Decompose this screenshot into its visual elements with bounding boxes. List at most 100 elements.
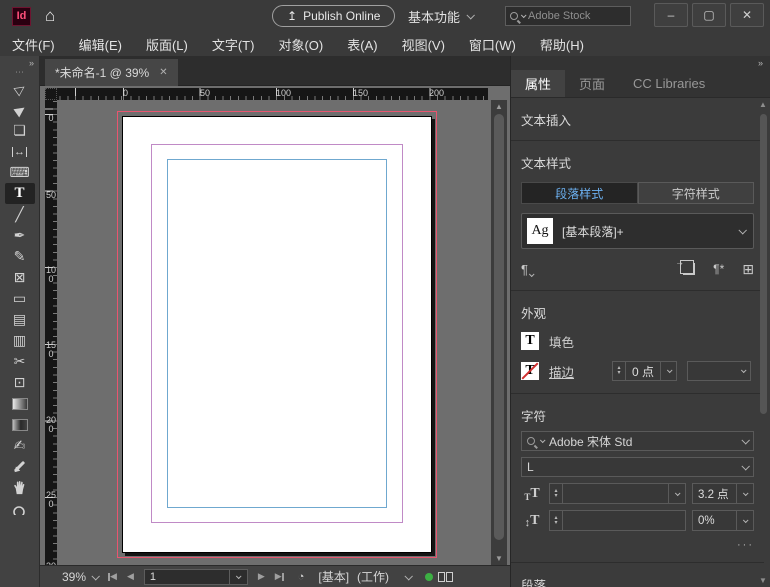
first-page-button[interactable]: ◀ xyxy=(108,571,117,582)
scale-field[interactable]: 0% xyxy=(692,510,754,531)
publish-online-button[interactable]: ↥ Publish Online xyxy=(272,5,395,27)
character-styles-button[interactable]: 字符样式 xyxy=(638,182,755,204)
page-number-input[interactable] xyxy=(145,571,229,583)
zoom-tool[interactable] xyxy=(5,498,35,519)
stepper-icon[interactable]: ▴▾ xyxy=(550,511,563,530)
scroll-down-icon[interactable]: ▼ xyxy=(491,554,507,563)
scissors-tool[interactable]: ✂ xyxy=(5,351,35,372)
hand-tool[interactable] xyxy=(5,477,35,498)
stepper-icon[interactable]: ▴▾ xyxy=(550,484,563,503)
home-icon[interactable]: ⌂ xyxy=(45,6,55,26)
vertical-ruler[interactable]: 0 50 100 150 200 250 300 xyxy=(45,100,57,565)
workspace-switcher[interactable]: 基本功能 xyxy=(408,5,473,27)
show-hidden-characters-button[interactable]: ¶ xyxy=(521,262,533,277)
menu-layout[interactable]: 版面(L) xyxy=(146,35,188,54)
fill-label[interactable]: 填色 xyxy=(549,332,574,351)
fill-swatch[interactable]: T xyxy=(521,332,539,350)
search-input[interactable] xyxy=(528,10,610,22)
font-style-dropdown[interactable]: L xyxy=(521,457,754,477)
rectangle-frame-tool[interactable]: ⊠ xyxy=(5,267,35,288)
document-page[interactable] xyxy=(122,116,432,553)
collapse-panels-icon[interactable]: » xyxy=(758,58,762,68)
leading-dropdown[interactable] xyxy=(736,484,753,503)
spread-view-icon[interactable] xyxy=(438,572,453,582)
font-size-field[interactable]: ▴▾ xyxy=(549,483,686,504)
menu-edit[interactable]: 编辑(E) xyxy=(79,35,122,54)
line-tool[interactable]: ╱ xyxy=(5,204,35,225)
stroke-weight-field[interactable]: ▴▾ 0 点 xyxy=(612,361,677,381)
tab-cc-libraries[interactable]: CC Libraries xyxy=(619,70,719,97)
menu-window[interactable]: 窗口(W) xyxy=(469,35,516,54)
panel-grip-icon[interactable]: ⋯ xyxy=(15,69,24,75)
page-number-field[interactable] xyxy=(144,569,248,585)
selection-tool[interactable]: ▷ xyxy=(5,78,35,99)
close-tab-icon[interactable]: ✕ xyxy=(159,67,167,78)
pen-tool[interactable]: ✒ xyxy=(5,225,35,246)
leading-field[interactable]: 3.2 点 xyxy=(692,483,754,504)
redefine-style-icon[interactable] xyxy=(683,263,695,275)
content-collector-tool[interactable]: ⌨ xyxy=(5,162,35,183)
scale-dropdown[interactable] xyxy=(736,511,753,530)
more-options-icon[interactable]: ··· xyxy=(521,539,754,551)
horizontal-ruler[interactable]: 0 50 100 150 200 xyxy=(57,88,488,100)
tab-properties[interactable]: 属性 xyxy=(511,70,565,97)
eyedropper-tool[interactable] xyxy=(5,456,35,477)
free-transform-tool[interactable]: ⊡ xyxy=(5,372,35,393)
tab-pages[interactable]: 页面 xyxy=(565,70,619,97)
kerning-field[interactable]: ▴▾ xyxy=(549,510,686,531)
preflight-workspace-label[interactable]: (工作) xyxy=(357,568,389,585)
background-tasks-icon[interactable]: ◔ xyxy=(298,571,305,583)
close-button[interactable]: ✕ xyxy=(730,3,764,27)
menu-object[interactable]: 对象(O) xyxy=(278,35,323,54)
page-dropdown[interactable] xyxy=(229,570,247,584)
adobe-stock-search[interactable] xyxy=(505,6,631,26)
scrollbar-thumb[interactable] xyxy=(494,114,504,540)
font-size-dropdown[interactable] xyxy=(668,484,685,503)
clear-overrides-icon[interactable]: ¶* xyxy=(713,262,724,276)
stepper-icon[interactable]: ▴▾ xyxy=(613,362,626,380)
pencil-tool[interactable]: ✎ xyxy=(5,246,35,267)
stroke-weight-dropdown[interactable] xyxy=(660,362,676,380)
paragraph-styles-button[interactable]: 段落样式 xyxy=(521,182,638,204)
maximize-button[interactable]: ▢ xyxy=(692,3,726,27)
page-tool[interactable]: ❏ xyxy=(5,120,35,141)
panel-scrollbar[interactable]: ▲ ▼ xyxy=(757,100,769,585)
zoom-level-dropdown[interactable]: 39% xyxy=(62,570,98,584)
ruler-origin-box[interactable] xyxy=(45,88,57,100)
scroll-down-icon[interactable]: ▼ xyxy=(757,576,769,585)
menu-file[interactable]: 文件(F) xyxy=(12,35,55,54)
menu-type[interactable]: 文字(T) xyxy=(212,35,255,54)
horizontal-grid-tool[interactable]: ▤ xyxy=(5,309,35,330)
rectangle-tool[interactable]: ▭ xyxy=(5,288,35,309)
direct-selection-tool[interactable]: ▶ xyxy=(5,99,35,120)
canvas-vertical-scrollbar[interactable]: ▲ ▼ xyxy=(491,100,507,565)
new-style-icon[interactable]: ⊞ xyxy=(742,261,754,278)
menu-help[interactable]: 帮助(H) xyxy=(540,35,584,54)
preflight-profile-label[interactable]: [基本] xyxy=(318,568,349,585)
text-frame[interactable] xyxy=(167,159,387,508)
document-tab[interactable]: *未命名-1 @ 39% ✕ xyxy=(45,59,178,86)
paragraph-style-dropdown[interactable]: Ag [基本段落]+ xyxy=(521,213,754,249)
paragraph-mark-icon: ¶ xyxy=(521,262,528,277)
gradient-swatch-tool[interactable] xyxy=(5,393,35,414)
stroke-label[interactable]: 描边 xyxy=(549,362,574,381)
gap-tool[interactable]: ↔ xyxy=(5,141,35,162)
next-page-button[interactable]: ▶ xyxy=(258,571,265,582)
minimize-button[interactable]: – xyxy=(654,3,688,27)
scroll-up-icon[interactable]: ▲ xyxy=(491,102,507,111)
gradient-feather-tool[interactable] xyxy=(5,414,35,435)
previous-page-button[interactable]: ◀ xyxy=(127,571,134,582)
menu-view[interactable]: 视图(V) xyxy=(402,35,445,54)
scroll-up-icon[interactable]: ▲ xyxy=(757,100,769,109)
chevron-down-icon[interactable] xyxy=(405,572,413,580)
font-family-dropdown[interactable]: Adobe 宋体 Std xyxy=(521,431,754,451)
note-tool[interactable]: ✍ xyxy=(5,435,35,456)
scrollbar-thumb[interactable] xyxy=(760,114,767,414)
type-tool[interactable]: T xyxy=(5,183,35,204)
menu-table[interactable]: 表(A) xyxy=(347,35,377,54)
last-page-button[interactable]: ▶ xyxy=(275,571,284,582)
pasteboard[interactable] xyxy=(57,100,488,565)
stroke-swatch[interactable]: T xyxy=(521,362,539,380)
vertical-grid-tool[interactable]: ▥ xyxy=(5,330,35,351)
stroke-type-dropdown[interactable] xyxy=(687,361,751,381)
